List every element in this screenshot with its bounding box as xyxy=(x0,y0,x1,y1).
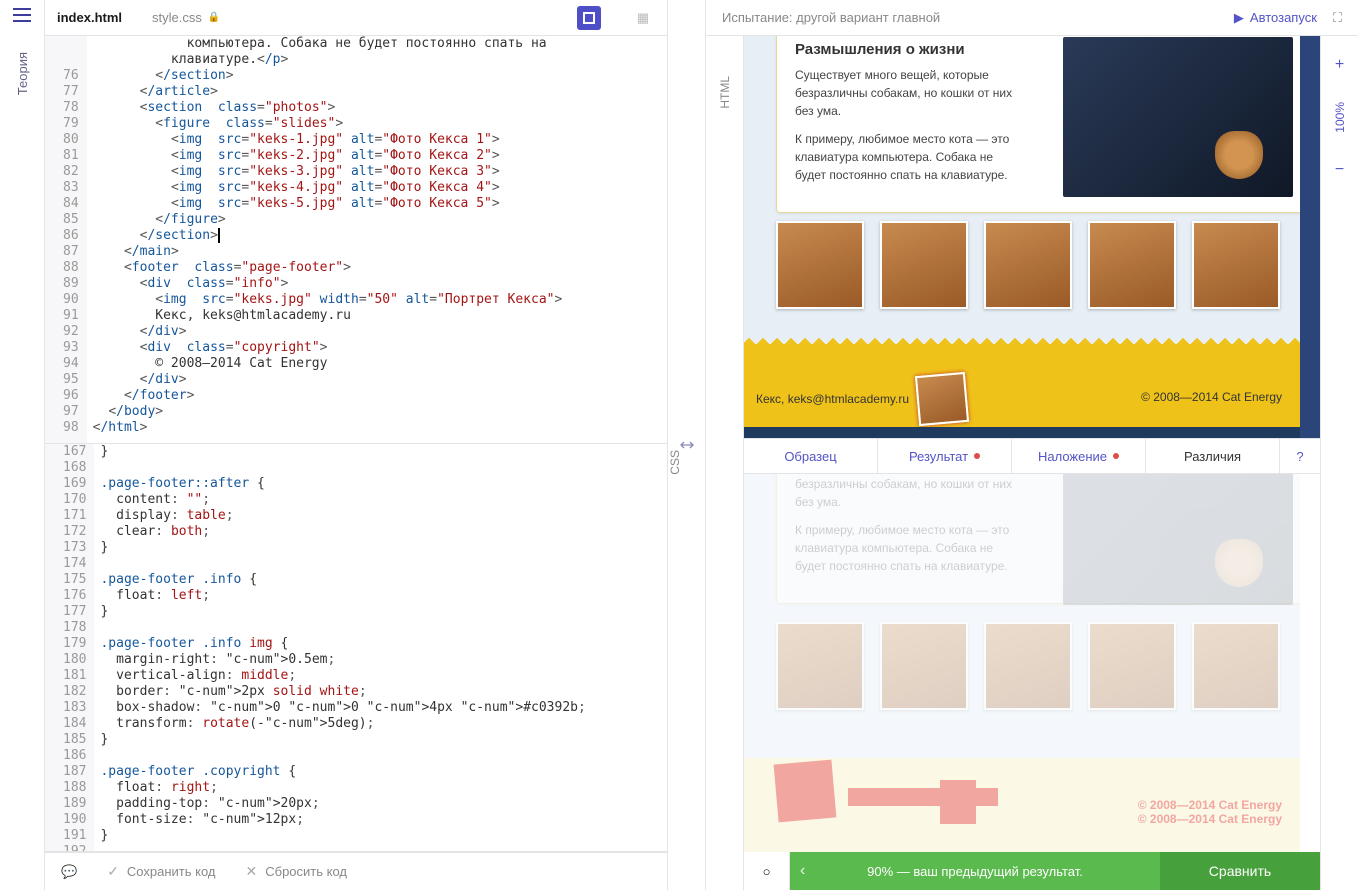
thumb-3 xyxy=(984,221,1072,309)
autorun-label: Автозапуск xyxy=(1250,10,1317,25)
challenge-title: Испытание: другой вариант главной xyxy=(722,10,1218,25)
autorun-toggle[interactable]: ▶ Автозапуск xyxy=(1234,10,1317,26)
preview-diff: Существует много вещей, которые безразли… xyxy=(744,474,1320,852)
tab-style-css[interactable]: style.css 🔒 xyxy=(152,10,220,25)
reset-label: Сбросить код xyxy=(265,864,347,879)
thumb-4 xyxy=(1088,622,1176,710)
footer-info-text: Кекс, keks@htmlacademy.ru xyxy=(756,392,909,406)
tab-result[interactable]: Результат xyxy=(878,439,1012,473)
preview-scrollbar[interactable] xyxy=(1300,36,1320,438)
zoom-out-button[interactable]: − xyxy=(1335,161,1344,179)
article-p2: К примеру, любимое место кота — это клав… xyxy=(795,130,1015,184)
save-label: Сохранить код xyxy=(127,864,216,879)
thumb-5 xyxy=(1192,622,1280,710)
footer-copyright: © 2008—2014 Cat Energy xyxy=(1141,390,1282,404)
score-text: 90% — ваш предыдущий результат. xyxy=(867,864,1083,879)
thumb-2 xyxy=(880,622,968,710)
layout-toggle-outline[interactable]: ▦ xyxy=(631,6,655,30)
layout-toggle-solid[interactable] xyxy=(577,6,601,30)
preview-result: Размышления о жизни Существует много вещ… xyxy=(744,36,1320,438)
article-photo xyxy=(1063,474,1293,605)
toggle-button[interactable]: ○ xyxy=(744,852,790,890)
check-icon: ✓ xyxy=(107,863,119,880)
score-bar: ‹ 90% — ваш предыдущий результат. xyxy=(790,852,1160,890)
thumb-4 xyxy=(1088,221,1176,309)
status-dot-icon xyxy=(1113,453,1119,459)
save-code-button[interactable]: ✓ Сохранить код xyxy=(107,863,215,880)
tab-diff[interactable]: Различия xyxy=(1146,439,1280,473)
tab-sample[interactable]: Образец xyxy=(744,439,878,473)
thumb-1 xyxy=(776,622,864,710)
reset-code-button[interactable]: ✕ Сбросить код xyxy=(246,863,348,880)
css-rail-label: CSS xyxy=(668,450,682,475)
thumb-1 xyxy=(776,221,864,309)
menu-button[interactable] xyxy=(13,8,31,22)
thumb-3 xyxy=(984,622,1072,710)
html-rail-label: HTML xyxy=(718,76,732,109)
tab-index-html[interactable]: index.html xyxy=(57,10,122,25)
play-icon: ▶ xyxy=(1234,10,1244,26)
article-p2: К примеру, любимое место кота — это клав… xyxy=(795,521,1015,575)
tab-label: Наложение xyxy=(1038,449,1107,464)
tab-label: Результат xyxy=(909,449,968,464)
thumb-5 xyxy=(1192,221,1280,309)
fullscreen-icon[interactable]: ⛶ xyxy=(1333,10,1342,26)
compare-button[interactable]: Сравнить xyxy=(1160,852,1320,890)
feedback-icon[interactable]: 💬 xyxy=(61,864,77,880)
close-icon: ✕ xyxy=(246,863,258,880)
html-editor[interactable]: 7677787980818283848586878889909192939495… xyxy=(45,36,667,444)
diff-copyright-1: © 2008—2014 Cat Energy xyxy=(1138,798,1282,812)
thumb-2 xyxy=(880,221,968,309)
chevron-left-icon[interactable]: ‹ xyxy=(800,862,805,880)
diff-copyright-2: © 2008—2014 Cat Energy xyxy=(1138,812,1282,826)
css-editor[interactable]: 1671681691701711721731741751761771781791… xyxy=(45,444,667,852)
diff-marker xyxy=(774,760,837,823)
zoom-level: 100% xyxy=(1333,102,1347,133)
lock-icon: 🔒 xyxy=(208,12,220,23)
zoom-in-button[interactable]: + xyxy=(1335,56,1344,74)
tab-label: style.css xyxy=(152,10,202,25)
tab-overlay[interactable]: Наложение xyxy=(1012,439,1146,473)
status-dot-icon xyxy=(974,453,980,459)
article-p1: Существует много вещей, которые безразли… xyxy=(795,474,1015,511)
footer-avatar xyxy=(915,372,969,426)
article-p1: Существует много вещей, которые безразли… xyxy=(795,66,1015,120)
theory-tab[interactable]: Теория xyxy=(15,52,30,95)
diff-marker xyxy=(940,780,976,824)
tab-help[interactable]: ? xyxy=(1280,439,1320,473)
pane-resize-handle[interactable] xyxy=(668,0,706,890)
article-photo xyxy=(1063,37,1293,197)
